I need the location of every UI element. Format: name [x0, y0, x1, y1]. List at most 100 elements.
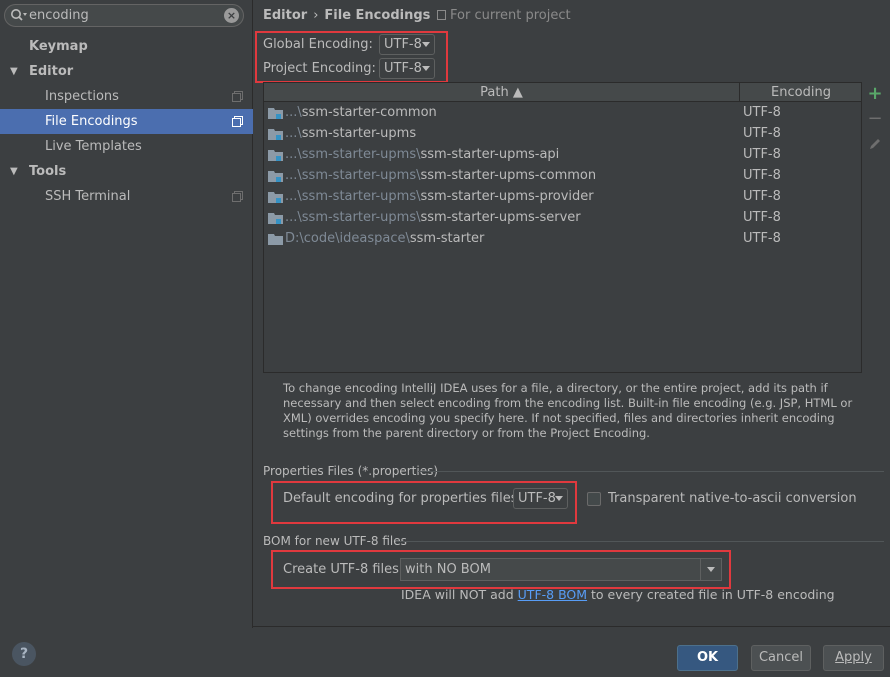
create-utf8-files-select[interactable]: with NO BOM	[400, 558, 722, 581]
path-cell: ...\ssm-starter-upms\ssm-starter-upms-ap…	[285, 147, 560, 162]
path-cell: ...\ssm-starter-common	[285, 105, 437, 120]
utf8-bom-link[interactable]: UTF-8 BOM	[518, 587, 587, 602]
encoding-description: To change encoding IntelliJ IDEA uses fo…	[283, 381, 853, 440]
project-encoding-value: UTF-8	[384, 61, 422, 76]
encoding-cell[interactable]: UTF-8	[743, 189, 781, 204]
path-cell: D:\code\ideaspace\ssm-starter	[285, 231, 485, 246]
breadcrumb: Editor › File Encodings	[263, 8, 430, 23]
project-scope-icon	[232, 191, 243, 202]
table-row[interactable]: ...\ssm-starter-common UTF-8	[264, 102, 861, 123]
encoding-cell[interactable]: UTF-8	[743, 210, 781, 225]
project-encoding-select[interactable]: UTF-8	[379, 58, 435, 79]
path-cell: ...\ssm-starter-upms	[285, 126, 417, 141]
module-folder-icon	[268, 171, 283, 182]
chevron-down-icon[interactable]	[700, 559, 721, 580]
table-row[interactable]: ...\ssm-starter-upms\ssm-starter-upms-se…	[264, 207, 861, 228]
module-folder-icon	[268, 192, 283, 203]
encodings-table: Path ▲ Encoding ...\ssm-starter-common U…	[263, 82, 862, 373]
ok-button[interactable]: OK	[677, 645, 738, 671]
settings-sidebar: encoding × Keymap ▼ Editor Inspections F…	[0, 0, 253, 628]
breadcrumb-parent[interactable]: Editor	[263, 8, 307, 23]
apply-button-label: Apply	[835, 650, 872, 665]
project-scope-icon	[232, 116, 243, 127]
table-row[interactable]: ...\ssm-starter-upms\ssm-starter-upms-ap…	[264, 144, 861, 165]
global-encoding-value: UTF-8	[384, 37, 422, 52]
properties-section-title: Properties Files (*.properties)	[263, 464, 439, 478]
encoding-cell[interactable]: UTF-8	[743, 147, 781, 162]
sidebar-item-label: Live Templates	[45, 139, 142, 154]
sidebar-item-tools[interactable]: ▼ Tools	[0, 159, 253, 184]
project-encoding-label: Project Encoding:	[263, 61, 376, 76]
chevron-down-icon	[422, 42, 430, 47]
sidebar-item-file-encodings[interactable]: File Encodings	[0, 109, 253, 134]
sidebar-item-ssh-terminal[interactable]: SSH Terminal	[0, 184, 253, 209]
clear-search-icon[interactable]: ×	[224, 8, 239, 23]
search-input[interactable]: encoding	[29, 8, 89, 23]
search-icon[interactable]	[10, 8, 28, 24]
apply-button[interactable]: Apply	[823, 645, 884, 671]
module-folder-icon	[268, 129, 283, 140]
section-divider	[396, 541, 884, 542]
help-button[interactable]: ?	[12, 642, 36, 666]
scope-note: For current project	[437, 8, 571, 23]
sidebar-item-editor[interactable]: ▼ Editor	[0, 59, 253, 84]
add-icon[interactable]: +	[866, 85, 884, 103]
column-header-path[interactable]: Path ▲	[264, 83, 740, 102]
project-scope-icon	[437, 10, 446, 20]
module-folder-icon	[268, 108, 283, 119]
path-cell: ...\ssm-starter-upms\ssm-starter-upms-se…	[285, 210, 581, 225]
sidebar-item-label: File Encodings	[45, 114, 138, 129]
search-field[interactable]: encoding ×	[4, 4, 244, 27]
table-toolbar: + −	[864, 82, 886, 373]
chevron-down-icon	[555, 496, 563, 501]
sidebar-item-label: Tools	[29, 164, 67, 179]
breadcrumb-current: File Encodings	[324, 8, 431, 23]
table-row[interactable]: ...\ssm-starter-upms UTF-8	[264, 123, 861, 144]
transparent-conversion-checkbox[interactable]	[587, 492, 601, 506]
cancel-button[interactable]: Cancel	[751, 645, 811, 671]
default-properties-encoding-select[interactable]: UTF-8	[513, 488, 568, 509]
default-properties-encoding-value: UTF-8	[518, 491, 556, 506]
sidebar-item-label: Editor	[29, 64, 74, 79]
path-cell: ...\ssm-starter-upms\ssm-starter-upms-co…	[285, 168, 597, 183]
module-folder-icon	[268, 213, 283, 224]
encoding-cell[interactable]: UTF-8	[743, 126, 781, 141]
scope-label: For current project	[450, 8, 571, 23]
sidebar-item-inspections[interactable]: Inspections	[0, 84, 253, 109]
footer-divider	[253, 626, 890, 627]
sidebar-item-label: Inspections	[45, 89, 119, 104]
encoding-cell[interactable]: UTF-8	[743, 231, 781, 246]
transparent-conversion-label[interactable]: Transparent native-to-ascii conversion	[608, 491, 857, 506]
global-encoding-label: Global Encoding:	[263, 37, 373, 52]
sidebar-item-live-templates[interactable]: Live Templates	[0, 134, 253, 159]
column-header-encoding[interactable]: Encoding	[741, 83, 861, 102]
project-folder-icon	[268, 234, 283, 245]
create-utf8-files-value: with NO BOM	[405, 562, 491, 577]
encoding-cell[interactable]: UTF-8	[743, 105, 781, 120]
expand-arrow-icon[interactable]: ▼	[10, 159, 18, 184]
expand-arrow-icon[interactable]: ▼	[10, 59, 18, 84]
chevron-down-icon	[422, 66, 430, 71]
table-header: Path ▲ Encoding	[264, 83, 861, 102]
create-utf8-files-label: Create UTF-8 files:	[283, 562, 404, 577]
default-properties-encoding-label: Default encoding for properties files:	[283, 491, 522, 506]
path-cell: ...\ssm-starter-upms\ssm-starter-upms-pr…	[285, 189, 594, 204]
table-row[interactable]: ...\ssm-starter-upms\ssm-starter-upms-pr…	[264, 186, 861, 207]
breadcrumb-separator: ›	[313, 8, 319, 23]
global-encoding-select[interactable]: UTF-8	[379, 34, 435, 55]
section-divider	[418, 471, 884, 472]
table-row[interactable]: D:\code\ideaspace\ssm-starter UTF-8	[264, 228, 861, 249]
edit-icon[interactable]	[866, 135, 884, 153]
project-scope-icon	[232, 91, 243, 102]
bom-note: IDEA will NOT add UTF-8 BOM to every cre…	[401, 587, 835, 602]
bom-section-title: BOM for new UTF-8 files	[263, 534, 407, 548]
sidebar-item-keymap[interactable]: Keymap	[0, 34, 253, 59]
module-folder-icon	[268, 150, 283, 161]
sidebar-item-label: SSH Terminal	[45, 189, 131, 204]
table-row[interactable]: ...\ssm-starter-upms\ssm-starter-upms-co…	[264, 165, 861, 186]
encoding-cell[interactable]: UTF-8	[743, 168, 781, 183]
bom-note-text: IDEA will NOT add	[401, 587, 518, 602]
sidebar-item-label: Keymap	[29, 39, 88, 54]
remove-icon[interactable]: −	[866, 110, 884, 128]
bom-note-text: to every created file in UTF-8 encoding	[587, 587, 835, 602]
